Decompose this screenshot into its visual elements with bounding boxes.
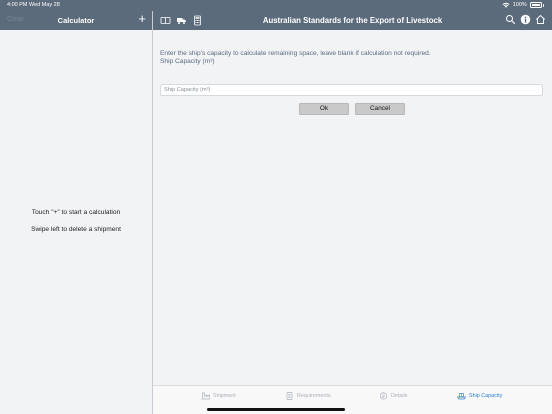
- instructions: Enter the ship's capacity to calculate r…: [160, 50, 540, 67]
- empty-hint-delete: Swipe left to delete a shipment: [31, 226, 121, 233]
- page-title: Australian Standards for the Export of L…: [262, 16, 443, 25]
- battery-tip: [542, 3, 544, 7]
- ok-button[interactable]: Ok: [299, 103, 349, 115]
- tab-ship-capacity-label: Ship Capacity: [469, 393, 503, 399]
- status-time: 4:00 PM Wed May 28: [7, 2, 60, 8]
- shipment-icon: [201, 392, 210, 400]
- left-nav-bar: Clear Calculator +: [0, 11, 152, 30]
- ship-capacity-icon: [457, 393, 466, 400]
- cancel-button[interactable]: Cancel: [355, 103, 405, 115]
- nav-right-icons: [505, 14, 546, 25]
- info-icon[interactable]: [520, 14, 531, 25]
- tab-shipment[interactable]: Shipment: [201, 392, 236, 400]
- home-indicator[interactable]: [207, 408, 345, 411]
- tab-shipment-label: Shipment: [213, 393, 236, 399]
- battery-icon: [529, 2, 542, 8]
- wifi-icon: [502, 2, 510, 8]
- battery-percentage: 100%: [512, 2, 527, 8]
- status-bar: 4:00 PM Wed May 28 100%: [0, 0, 552, 11]
- field-label: Ship Capacity (m³): [160, 58, 215, 66]
- ship-capacity-panel: Enter the ship's capacity to calculate r…: [153, 30, 552, 385]
- tab-ship-capacity[interactable]: Ship Capacity: [457, 392, 502, 400]
- requirements-icon: [286, 392, 293, 400]
- search-icon[interactable]: [505, 14, 516, 25]
- add-button[interactable]: +: [138, 12, 146, 26]
- right-nav-bar: Australian Standards for the Export of L…: [153, 11, 552, 30]
- shipment-list-panel: Touch "+" to start a calculation Swipe l…: [0, 30, 152, 414]
- tab-requirements-label: Requirements: [297, 393, 331, 399]
- details-icon: [379, 392, 388, 400]
- home-icon[interactable]: [535, 14, 546, 25]
- tab-details[interactable]: Details: [379, 392, 407, 400]
- instructions-text: Enter the ship's capacity to calculate r…: [160, 50, 431, 57]
- empty-hint-add: Touch "+" to start a calculation: [31, 209, 121, 216]
- tab-requirements[interactable]: Requirements: [285, 392, 331, 400]
- left-nav-title: Calculator: [57, 16, 95, 25]
- status-indicators: 100%: [502, 2, 544, 8]
- tab-details-label: Details: [391, 393, 408, 399]
- ship-capacity-input[interactable]: [160, 84, 543, 96]
